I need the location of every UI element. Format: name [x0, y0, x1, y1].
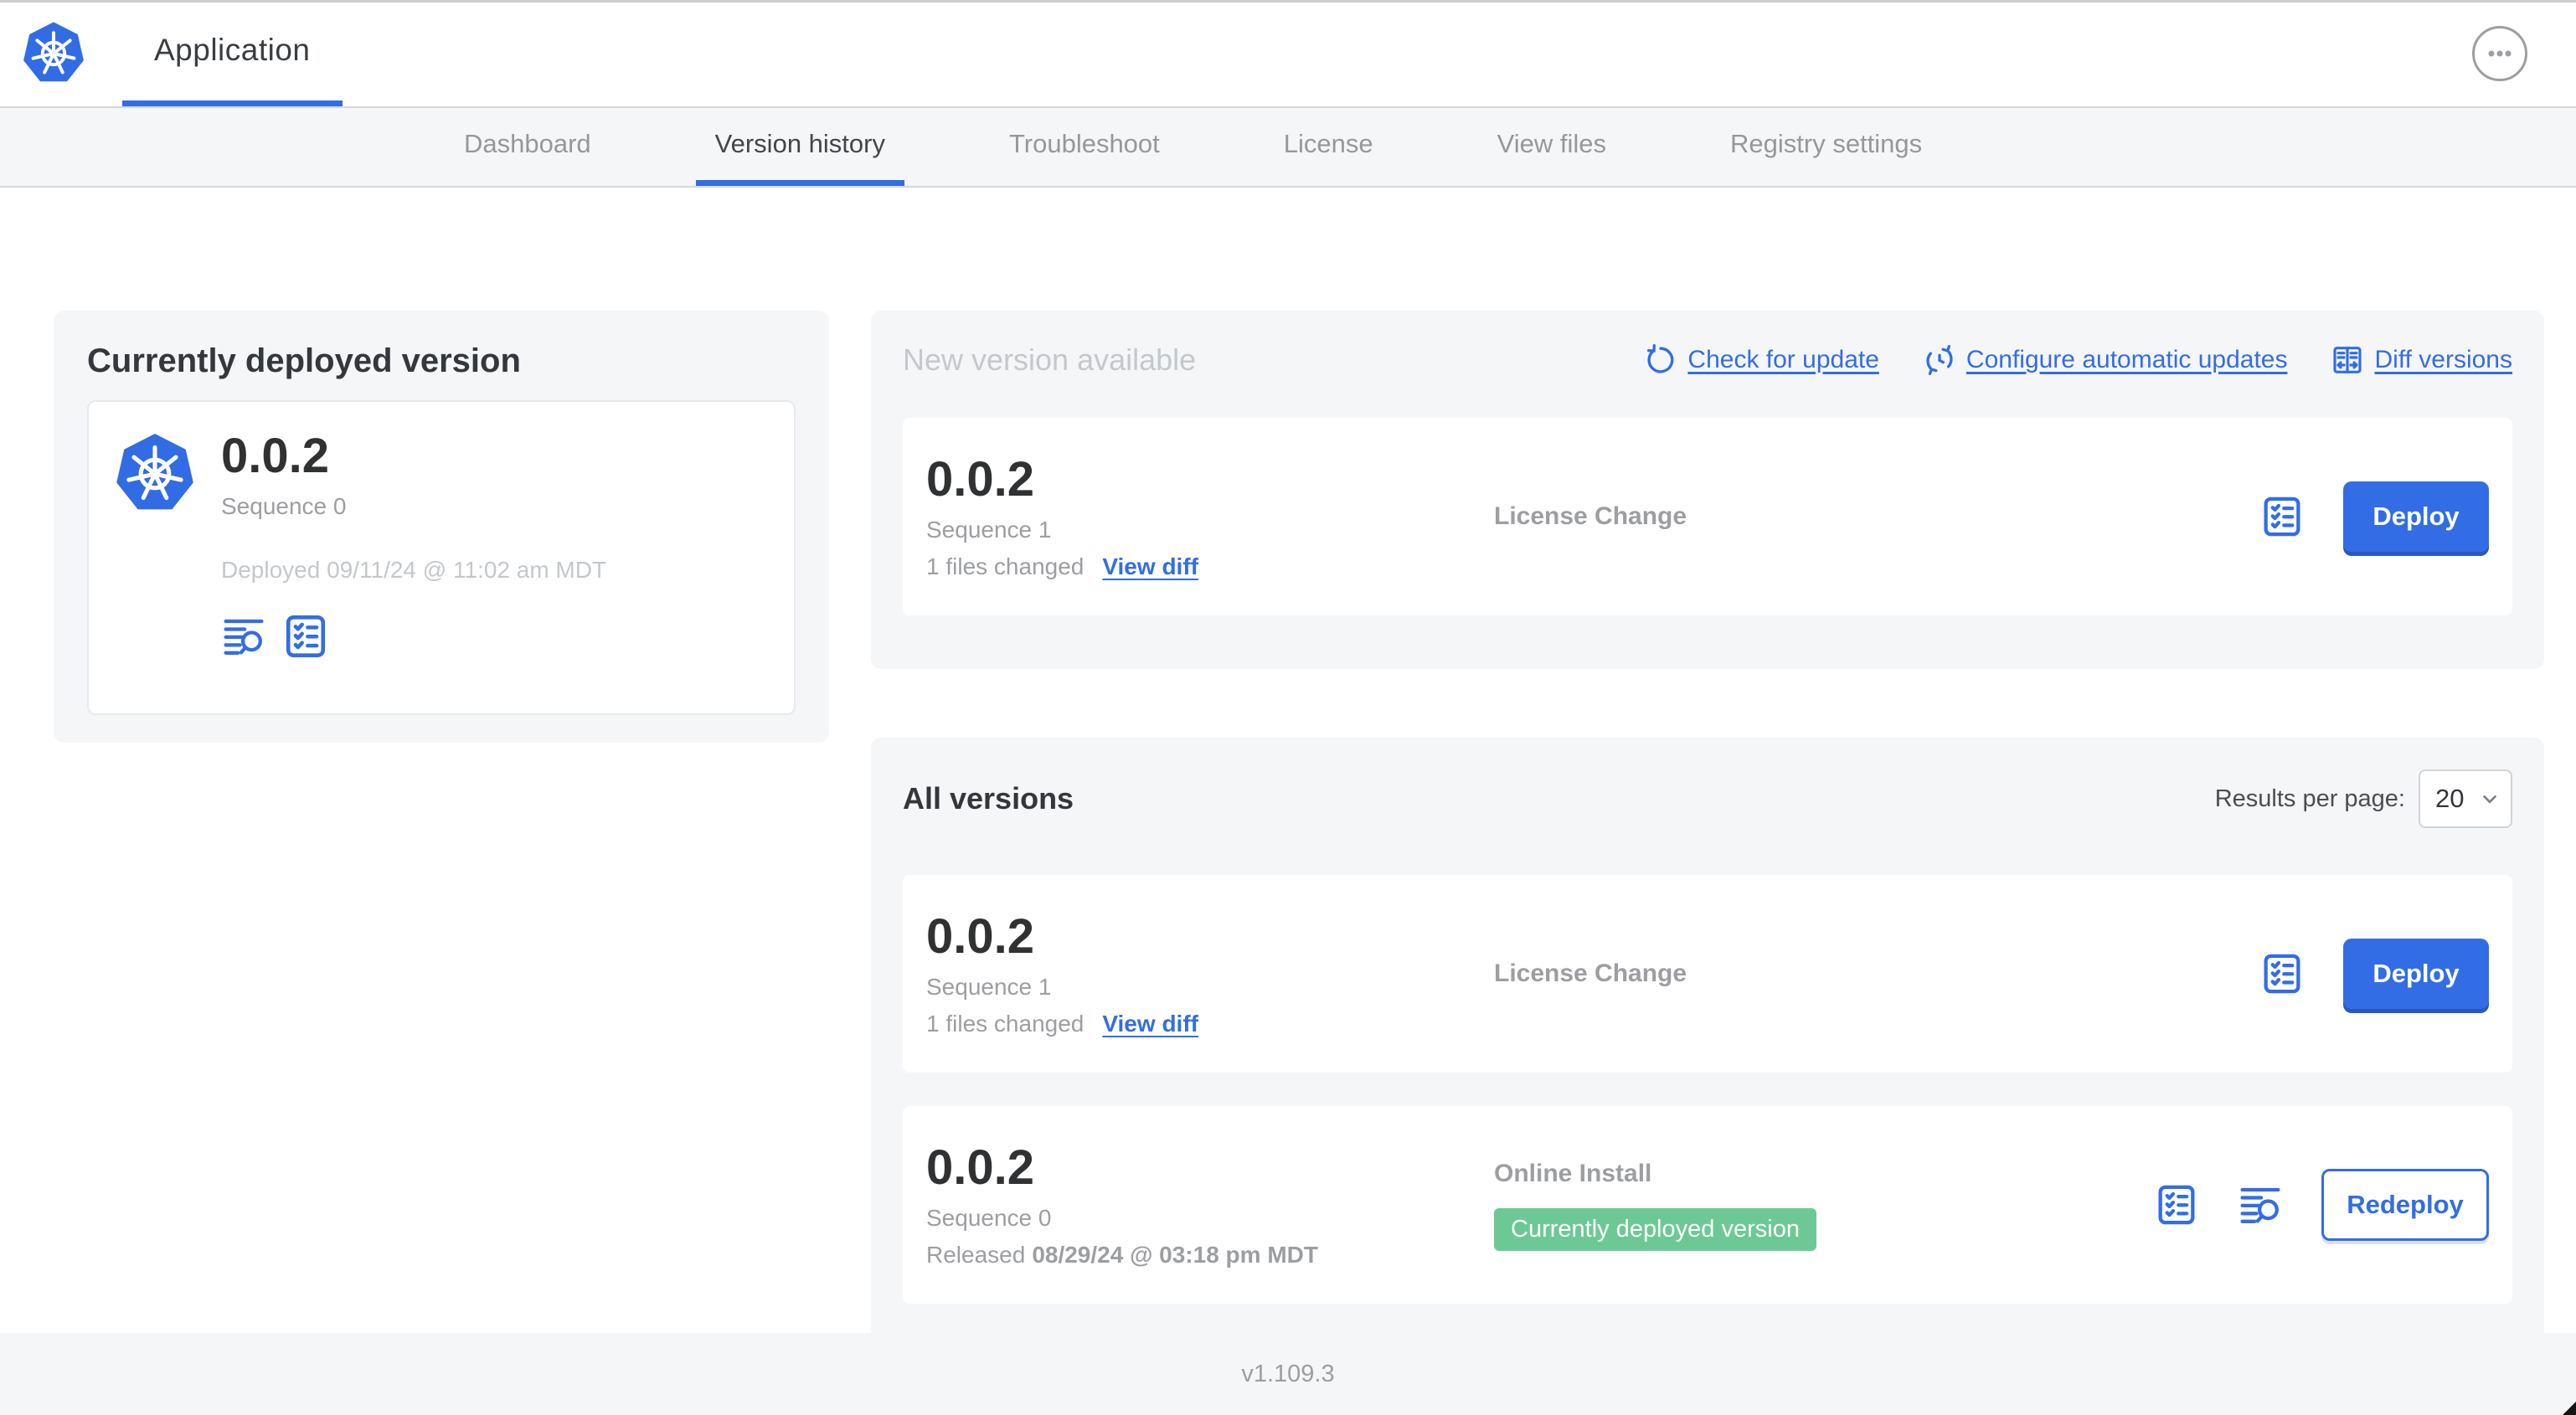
configure-automatic-updates-link[interactable]: Configure automatic updates — [1923, 343, 2288, 377]
check-for-update-label: Check for update — [1687, 346, 1879, 373]
all-versions-title: All versions — [903, 781, 1074, 816]
version-source-label: Online Install — [1494, 1159, 1652, 1187]
chevron-down-icon — [2483, 795, 2496, 804]
logs-icon[interactable] — [2238, 1182, 2283, 1227]
current-version-sequence: Sequence 0 — [221, 492, 347, 519]
diff-versions-link[interactable]: Diff versions — [2331, 343, 2512, 377]
version-row: 0.0.2 Sequence 0 Released 08/29/24 @ 03:1… — [903, 1106, 2512, 1304]
version-info: 0.0.2 Sequence 1 1 files changed View di… — [926, 910, 1494, 1037]
version-sequence: Sequence 1 — [926, 516, 1052, 543]
new-version-card: 0.0.2 Sequence 1 1 files changed View di… — [903, 418, 2512, 615]
version-row: 0.0.2 Sequence 1 1 files changed View di… — [903, 875, 2512, 1073]
currently-deployed-panel: Currently deployed version 0.0.2 Sequenc… — [54, 311, 829, 743]
currently-deployed-card: 0.0.2 Sequence 0 Deployed 09/11/24 @ 11:… — [87, 400, 796, 715]
version-info: 0.0.2 Sequence 0 Released 08/29/24 @ 03:1… — [926, 1141, 1494, 1268]
deploy-button[interactable]: Deploy — [2343, 939, 2489, 1009]
screen-top-edge — [0, 0, 2576, 3]
checklist-icon[interactable] — [2154, 1182, 2199, 1227]
schedule-update-icon — [1926, 345, 1953, 375]
checklist-icon[interactable] — [281, 612, 330, 661]
results-per-page-value: 20 — [2435, 784, 2465, 813]
ellipsis-icon — [2488, 50, 2512, 56]
current-version-actions — [221, 612, 606, 661]
app-subnav: Dashboard Version history Troubleshoot L… — [0, 106, 2576, 188]
version-source: License Change — [1494, 502, 2259, 531]
version-source-label: License Change — [1494, 960, 1687, 987]
redeploy-button[interactable]: Redeploy — [2321, 1169, 2489, 1241]
current-version-number: 0.0.2 — [221, 429, 329, 483]
all-versions-panel: All versions Results per page: 20 0.0.2 … — [871, 738, 2544, 1351]
app-title: Application — [154, 33, 311, 67]
checklist-icon[interactable] — [2259, 494, 2305, 539]
released-timestamp: 08/29/24 @ 03:18 pm MDT — [1032, 1241, 1318, 1268]
results-per-page: Results per page: 20 — [2215, 769, 2512, 828]
current-version-info: 0.0.2 Sequence 0 Deployed 09/11/24 @ 11:… — [221, 429, 606, 661]
version-rows: 0.0.2 Sequence 1 1 files changed View di… — [903, 875, 2512, 1304]
version-source: Online Install Currently deployed versio… — [1494, 1160, 2154, 1251]
version-number: 0.0.2 — [926, 1140, 1034, 1196]
version-actions: Deploy — [2259, 481, 2489, 552]
view-diff-link[interactable]: View diff — [1102, 553, 1198, 580]
version-info: 0.0.2 Sequence 1 1 files changed View di… — [926, 453, 1494, 580]
version-number: 0.0.2 — [926, 909, 1034, 965]
app-menu-button[interactable] — [2472, 25, 2527, 81]
checklist-icon[interactable] — [2259, 951, 2305, 996]
version-sequence: Sequence 0 — [926, 1204, 1052, 1231]
version-actions: Redeploy — [2154, 1169, 2489, 1241]
refresh-icon — [1647, 344, 1674, 373]
version-actions: Deploy — [2259, 939, 2489, 1009]
version-source: License Change — [1494, 960, 2259, 988]
currently-deployed-title: Currently deployed version — [87, 342, 521, 379]
version-sequence: Sequence 1 — [926, 973, 1052, 1000]
cursor-artifact — [2563, 1402, 2576, 1415]
results-per-page-select[interactable]: 20 — [2419, 769, 2512, 828]
kubernetes-logo-icon — [22, 19, 85, 83]
check-for-update-link[interactable]: Check for update — [1644, 343, 1879, 377]
console-version: v1.109.3 — [1241, 1360, 1335, 1387]
tab-dashboard[interactable]: Dashboard — [445, 108, 611, 186]
files-changed-text: 1 files changed — [926, 1010, 1084, 1037]
app-tab[interactable]: Application — [122, 0, 343, 106]
view-diff-link[interactable]: View diff — [1102, 1011, 1198, 1037]
tab-license[interactable]: License — [1265, 108, 1393, 186]
version-actions-links: Check for update Configure automatic upd… — [1644, 343, 2512, 377]
files-changed-text: 1 files changed — [926, 553, 1084, 579]
deploy-button[interactable]: Deploy — [2343, 481, 2489, 552]
diff-icon — [2333, 347, 2362, 373]
version-source-label: License Change — [1494, 502, 1687, 530]
page-footer: v1.109.3 — [0, 1333, 2576, 1415]
current-version-deployed-timestamp: Deployed 09/11/24 @ 11:02 am MDT — [221, 556, 607, 583]
kubernetes-logo-icon — [112, 429, 198, 519]
tab-registry-settings[interactable]: Registry settings — [1711, 108, 1941, 186]
tab-view-files[interactable]: View files — [1478, 108, 1625, 186]
configure-automatic-updates-label: Configure automatic updates — [1965, 346, 2288, 373]
new-version-title: New version available — [903, 342, 1197, 377]
version-number: 0.0.2 — [926, 452, 1034, 507]
tab-version-history[interactable]: Version history — [695, 108, 904, 186]
released-prefix: Released — [926, 1241, 1026, 1268]
diff-versions-label: Diff versions — [2374, 346, 2512, 373]
results-per-page-label: Results per page: — [2214, 785, 2405, 812]
new-version-panel: New version available Check for update C… — [871, 311, 2544, 669]
logs-icon[interactable] — [221, 614, 266, 659]
tab-troubleshoot[interactable]: Troubleshoot — [990, 108, 1179, 186]
currently-deployed-badge: Currently deployed version — [1494, 1207, 1816, 1251]
app-header: Application — [0, 0, 2576, 106]
